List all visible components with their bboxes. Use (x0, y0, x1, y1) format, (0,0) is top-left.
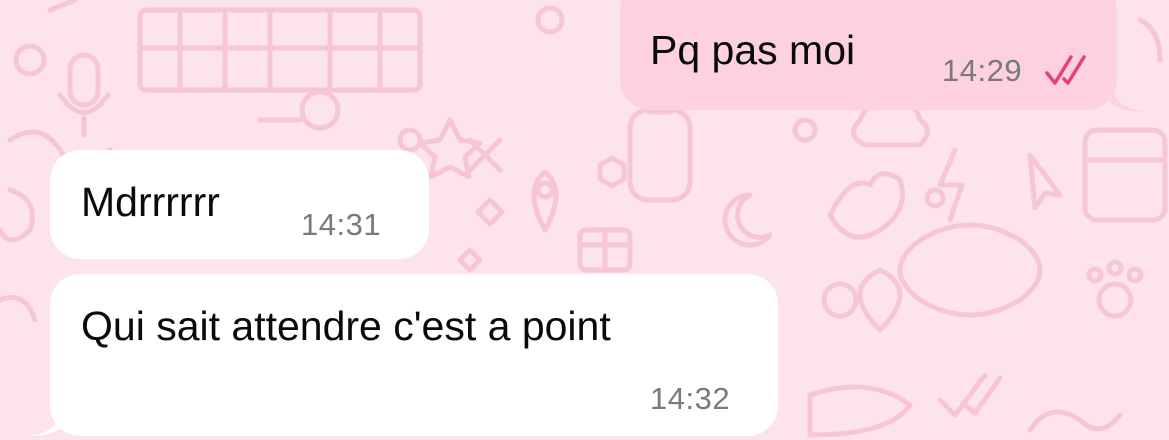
incoming-message-bubble[interactable]: Qui sait attendre c'est a point 14:32 (50, 274, 778, 436)
double-check-read-icon (1045, 55, 1086, 85)
incoming-message-bubble[interactable]: Mdrrrrrr 14:31 (50, 150, 429, 259)
message-text: Mdrrrrrr (81, 179, 220, 225)
message-timestamp: 14:32 (650, 381, 731, 416)
message-timestamp: 14:31 (301, 207, 382, 242)
chat-background: Pq pas moi 14:29 Mdrrrrrr 14:31 Qui sait… (0, 0, 1169, 440)
outgoing-message-bubble[interactable]: Pq pas moi 14:29 (620, 0, 1117, 110)
message-text: Pq pas moi (650, 27, 856, 73)
message-timestamp: 14:29 (942, 53, 1023, 88)
message-text: Qui sait attendre c'est a point (81, 303, 611, 349)
